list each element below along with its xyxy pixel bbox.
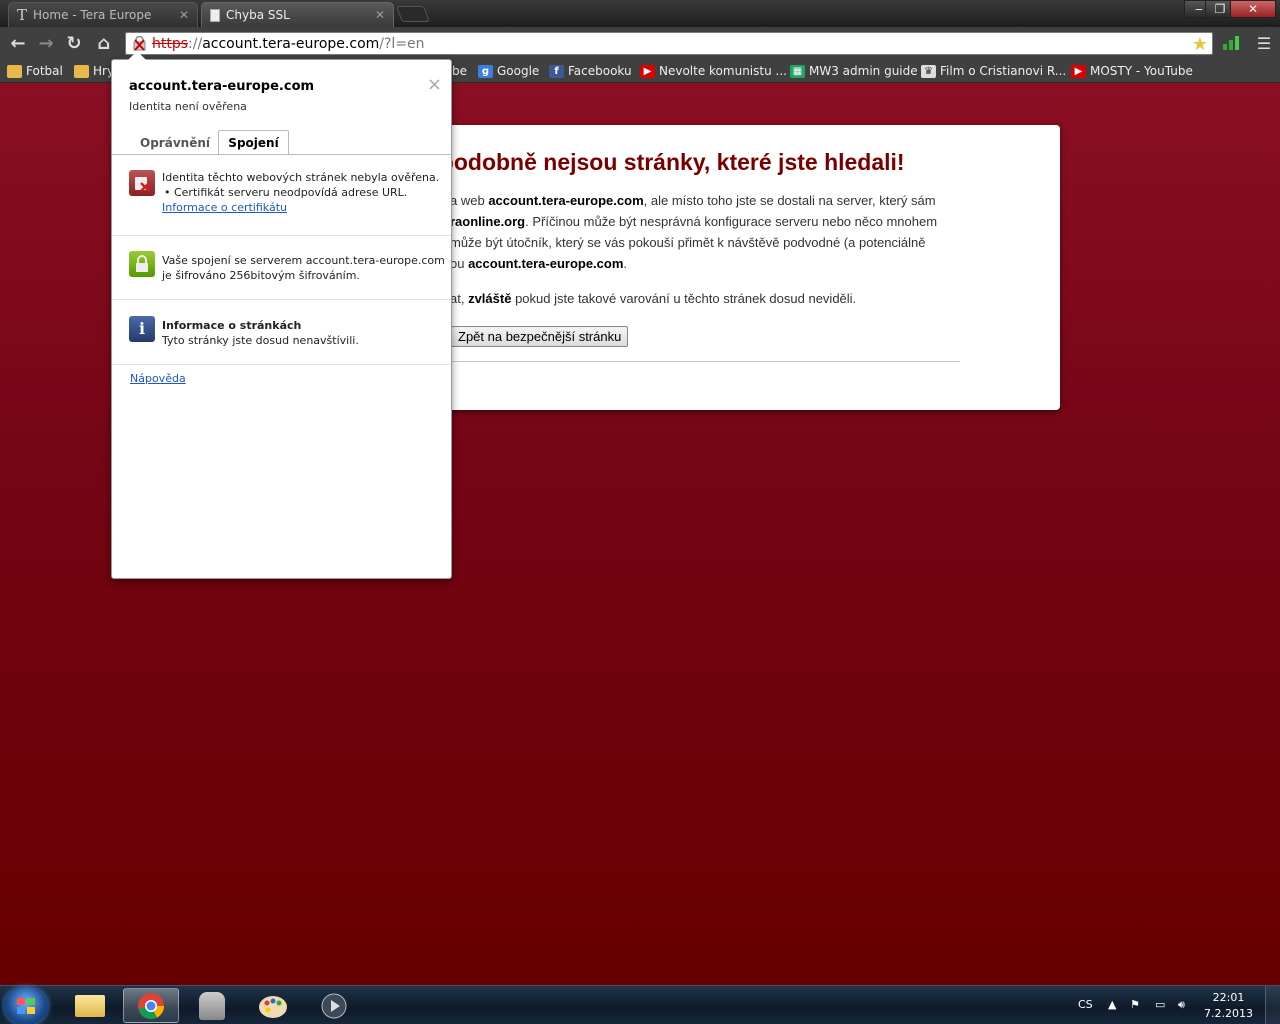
scanner-taskbar-button[interactable] <box>184 988 240 1023</box>
error-line-2: raonline.org. Příčinou může být nesprávn… <box>450 214 938 229</box>
error-line-1: a web account.tera-europe.com, ale místo… <box>450 193 936 208</box>
volume-icon[interactable]: 🔊︎ <box>1178 998 1185 1012</box>
reload-icon[interactable]: ↻ <box>62 31 86 55</box>
connection-section: Vaše spojení se serverem account.tera-eu… <box>112 236 451 300</box>
close-window-button[interactable]: ✕ <box>1230 0 1276 18</box>
sheets-icon: ▦ <box>790 64 805 78</box>
divider <box>450 361 960 362</box>
close-tab-icon[interactable]: ✕ <box>179 8 189 22</box>
identity-status: Identita není ověřena <box>129 100 247 113</box>
media-player-icon <box>321 993 347 1018</box>
url-separator: :// <box>188 35 203 52</box>
show-hidden-icons-icon[interactable]: ▲ <box>1108 998 1116 1011</box>
network-icon[interactable]: ▭ <box>1155 998 1165 1011</box>
bookmark-mosty[interactable]: ▶ MOSTY - YouTube <box>1071 62 1193 80</box>
explorer-taskbar-button[interactable] <box>62 988 118 1023</box>
back-arrow-icon[interactable]: ← <box>6 31 30 55</box>
connection-text: Vaše spojení se serverem account.tera-eu… <box>162 254 445 282</box>
facebook-icon: f <box>549 64 564 78</box>
tab-title: Home - Tera Europe <box>33 8 152 22</box>
address-bar[interactable]: https://account.tera-europe.com/?l=en ★ <box>125 32 1213 55</box>
url-host: account.tera-europe.com <box>202 35 380 52</box>
bookmark-facebook[interactable]: f Facebooku <box>549 62 632 80</box>
bookmark-nevolte[interactable]: ▶ Nevolte komunistu ... <box>640 62 787 80</box>
chrome-taskbar-button[interactable] <box>123 988 179 1023</box>
error-line-3: může být útočník, který se vás pokouší p… <box>450 235 926 250</box>
bookmark-label: MW3 admin guide <box>809 64 918 78</box>
folder-icon <box>75 994 105 1017</box>
new-tab-button[interactable] <box>396 6 430 22</box>
home-icon[interactable]: ⌂ <box>92 31 116 55</box>
back-to-safety-button[interactable]: Zpět na bezpečnější stránku <box>451 326 629 347</box>
tab-connection[interactable]: Spojení <box>218 130 289 155</box>
bookmark-fotbal[interactable]: Fotbal <box>7 62 63 80</box>
identity-text: Identita těchto webových stránek nebyla … <box>162 171 440 215</box>
bookmark-label: be <box>452 64 467 78</box>
scanner-icon <box>199 991 225 1020</box>
bookmark-label: Nevolte komunistu ... <box>659 64 787 78</box>
site-info-text: Informace o stránkách Tyto stránky jste … <box>162 319 359 347</box>
url-path: /?l=en <box>379 35 425 52</box>
bookmark-label: Fotbal <box>26 64 63 78</box>
error-card: epodobně nejsou stránky, které jste hled… <box>405 125 1060 410</box>
google-icon: g <box>478 64 493 78</box>
tera-icon: T <box>17 6 28 24</box>
action-center-flag-icon[interactable]: ⚑ <box>1130 998 1140 1011</box>
site-info-section: i Informace o stránkách Tyto stránky jst… <box>112 300 451 365</box>
identity-section: Identita těchto webových stránek nebyla … <box>112 155 451 236</box>
bookmark-star-icon[interactable]: ★ <box>1192 34 1208 55</box>
url-scheme: https <box>152 35 189 52</box>
menu-icon[interactable]: ☰ <box>1252 31 1276 55</box>
tab-title: Chyba SSL <box>226 8 290 22</box>
paint-taskbar-button[interactable] <box>245 988 301 1023</box>
help-link[interactable]: Nápověda <box>130 372 186 385</box>
error-title: epodobně nejsou stránky, které jste hled… <box>427 149 905 175</box>
folder-icon <box>7 64 22 78</box>
bookmark-film[interactable]: ♛ Film o Cristianovi R... <box>921 62 1066 80</box>
bookmark-mw3[interactable]: ▦ MW3 admin guide <box>790 62 918 80</box>
broken-lock-icon[interactable] <box>132 35 147 51</box>
clock-time: 22:01 <box>1212 991 1245 1004</box>
show-desktop-button[interactable] <box>1265 986 1280 1024</box>
error-line-5: at, zvláště pokud jste takové varování u… <box>450 291 857 306</box>
chrome-icon <box>138 992 165 1019</box>
youtube-icon: ▶ <box>1071 64 1086 78</box>
language-indicator[interactable]: CS <box>1078 998 1093 1011</box>
start-button[interactable] <box>4 987 48 1024</box>
bookmark-label: Facebooku <box>568 64 632 78</box>
forward-arrow-icon[interactable]: → <box>34 31 58 55</box>
paint-palette-icon <box>259 995 287 1018</box>
realmadrid-icon: ♛ <box>921 64 936 78</box>
clock-date: 7.2.2013 <box>1204 1007 1253 1020</box>
close-tab-icon[interactable]: ✕ <box>375 8 385 22</box>
bookmark-label: Film o Cristianovi R... <box>940 64 1067 78</box>
lock-icon <box>129 251 155 277</box>
site-host: account.tera-europe.com <box>129 79 315 94</box>
tab-ssl-error[interactable]: Chyba SSL ✕ <box>201 2 394 27</box>
page-icon <box>210 8 220 22</box>
certificate-info-link[interactable]: Informace o certifikátu <box>162 200 439 215</box>
taskbar: CS ▲ ⚑ ▭ 🔊︎ 22:01 7.2.2013 <box>0 985 1280 1024</box>
bookmark-label: Google <box>497 64 540 78</box>
clock[interactable]: 22:01 7.2.2013 <box>1204 990 1253 1022</box>
bookmark-label: MOSTY - YouTube <box>1090 64 1193 78</box>
folder-icon <box>74 64 89 78</box>
site-info-bubble: account.tera-europe.com Identita není ov… <box>111 51 452 579</box>
media-taskbar-button[interactable] <box>306 988 362 1023</box>
info-icon: i <box>129 316 155 342</box>
identity-warning-icon <box>129 170 155 196</box>
bubble-arrow <box>128 51 146 60</box>
youtube-icon: ▶ <box>640 64 655 78</box>
bookmark-hry[interactable]: Hry <box>74 62 114 80</box>
tab-home-tera[interactable]: T Home - Tera Europe ✕ <box>8 2 198 27</box>
bookmark-youtube[interactable]: be <box>452 62 467 80</box>
title-bar: T Home - Tera Europe ✕ Chyba SSL ✕ ‒ ❐ ✕ <box>0 0 1280 27</box>
bookmark-google[interactable]: g Google <box>478 62 539 80</box>
error-line-4: ou account.tera-europe.com. <box>450 256 628 271</box>
close-icon[interactable]: × <box>427 74 442 95</box>
tab-permissions[interactable]: Oprávnění <box>133 130 217 155</box>
extension-signal-icon[interactable] <box>1222 34 1240 50</box>
